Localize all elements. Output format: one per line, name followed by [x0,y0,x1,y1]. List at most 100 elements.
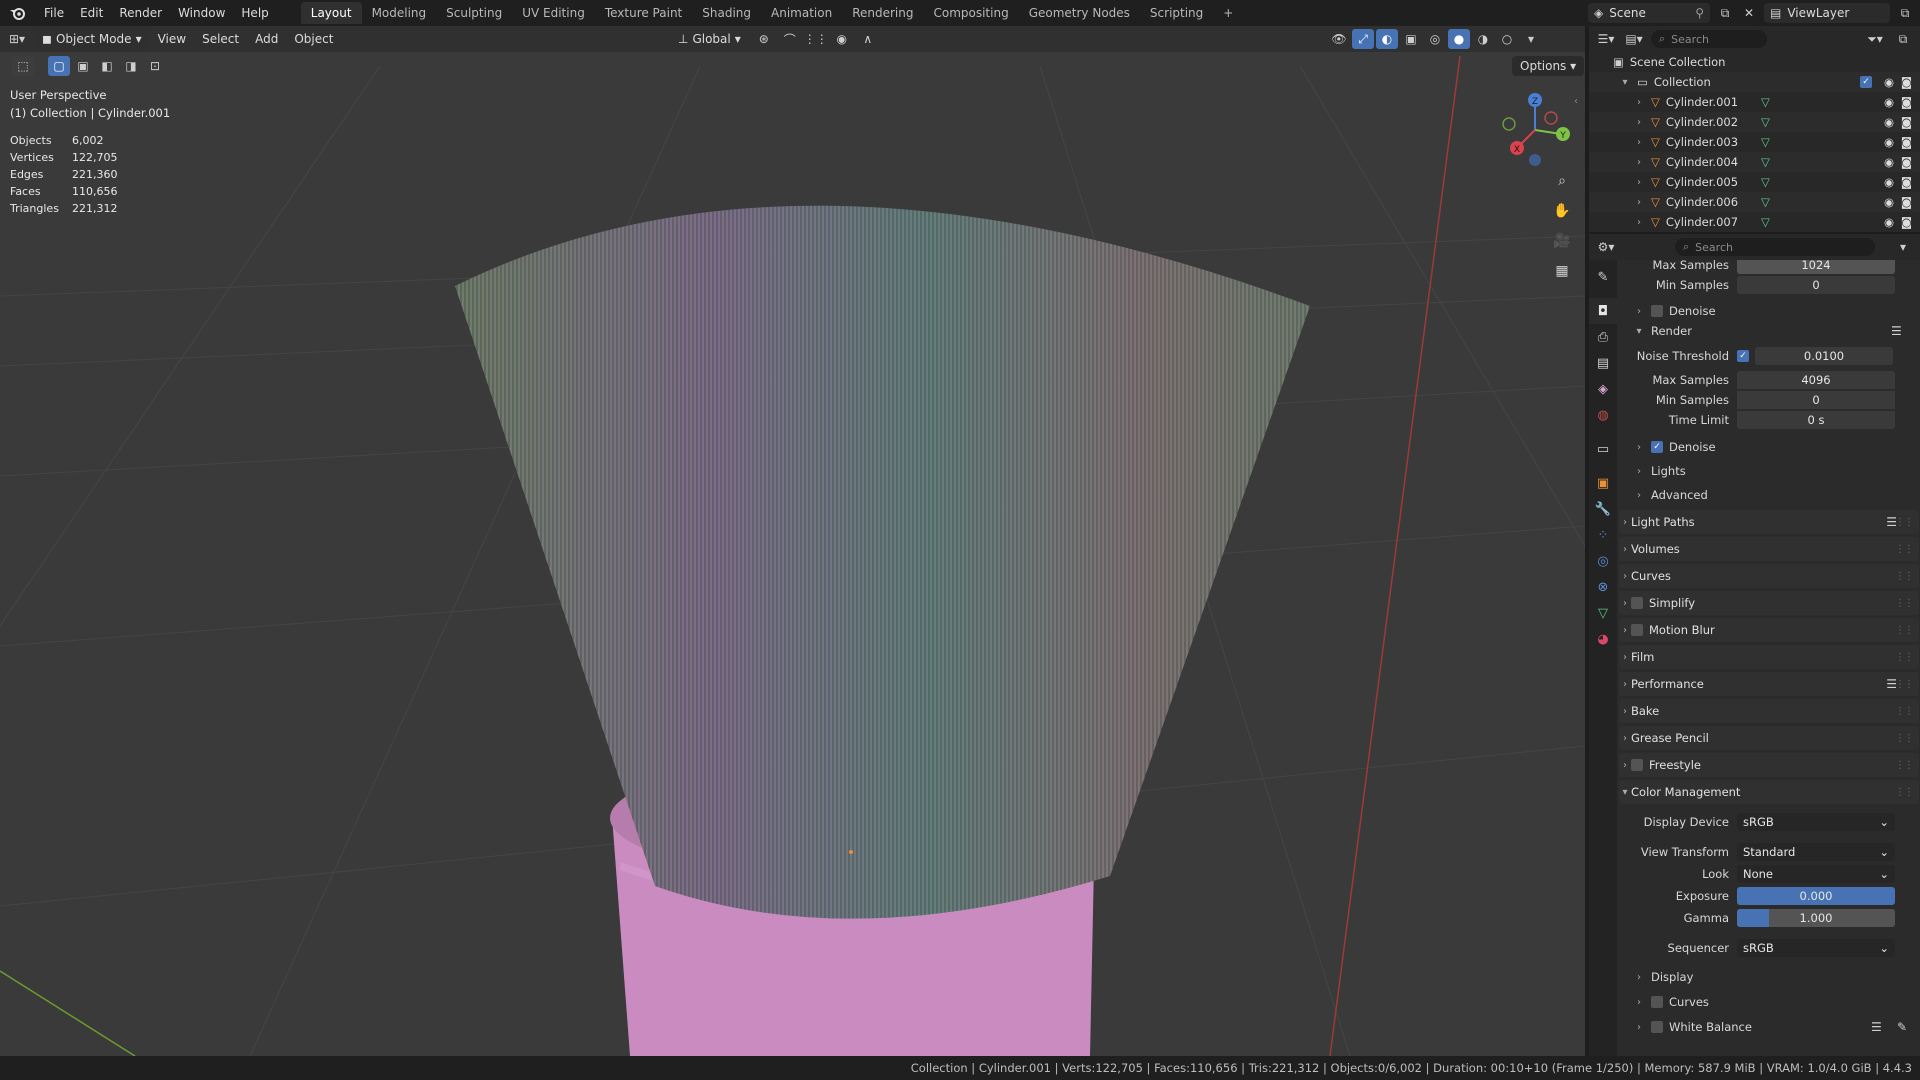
select-intersect-icon[interactable]: ⊡ [144,56,166,76]
chevron-right-icon[interactable]: › [1633,137,1645,148]
drag-handle-icon[interactable]: ⋮⋮ [1895,760,1914,771]
menu-render[interactable]: Render [111,2,170,24]
ortho-grid-icon[interactable]: ▦ [1549,258,1575,284]
object-tab-icon[interactable]: ▣ [1589,470,1617,496]
material-tab-icon[interactable]: ◕ [1589,626,1617,652]
eye-icon[interactable]: ◉ [1884,95,1894,109]
white-balance-checkbox[interactable] [1651,1021,1663,1033]
modifier-tab-icon[interactable]: 🔧 [1589,496,1617,522]
panel-freestyle[interactable]: › Freestyle ⋮⋮ [1619,753,1919,777]
chevron-right-icon[interactable]: › [1633,177,1645,188]
panel-film[interactable]: › Film ⋮⋮ [1619,645,1919,669]
pivot-icon[interactable]: ⊛ [753,29,775,49]
workspace-tab-geometry-nodes[interactable]: Geometry Nodes [1019,2,1140,24]
properties-editor-type-icon[interactable]: ⚙▾ [1595,237,1617,257]
menu-file[interactable]: File [36,2,72,24]
curves-subpanel[interactable]: › Curves [1633,991,1709,1013]
zoom-icon[interactable]: ⌕ [1549,168,1575,194]
new-collection-icon[interactable]: ⧉ [1892,29,1914,49]
chevron-right-icon[interactable]: › [1633,117,1645,128]
chevron-right-icon[interactable]: › [1633,217,1645,228]
editor-type-icon[interactable]: ⊞▾ [0,29,34,49]
workspace-tab-compositing[interactable]: Compositing [923,2,1018,24]
drag-handle-icon[interactable]: ⋮⋮ [1895,571,1914,582]
viewport-menu-select[interactable]: Select [194,29,247,49]
mesh-data-icon[interactable]: ▽ [1761,215,1770,229]
max-samples-field[interactable]: 4096 [1737,371,1895,389]
tree-row-scene-collection[interactable]: ▣ Scene Collection [1589,52,1920,72]
physics-tab-icon[interactable]: ◎ [1589,548,1617,574]
panel-bake[interactable]: › Bake ⋮⋮ [1619,699,1919,723]
tree-row-object[interactable]: › ▽ Cylinder.007 ▽ ◉ ◙ [1589,212,1920,232]
chevron-down-icon[interactable]: ▾ [1892,237,1914,257]
select-invert-icon[interactable]: ◨ [120,56,142,76]
workspace-tab-sculpting[interactable]: Sculpting [436,2,512,24]
eye-icon[interactable]: ◉ [1884,115,1894,129]
drag-handle-icon[interactable]: ⋮⋮ [1895,598,1914,609]
wireframe-shading-icon[interactable]: ◎ [1424,29,1446,49]
camera-render-icon[interactable]: ◙ [1901,195,1912,209]
transform-orientation-dropdown[interactable]: ⊥ Global ▾ [670,29,749,49]
render-tab-icon[interactable]: ◘ [1589,298,1617,324]
outliner-search-input[interactable]: ⌕ Search [1651,30,1767,48]
particles-tab-icon[interactable]: ⁘ [1589,522,1617,548]
mesh-data-icon[interactable]: ▽ [1761,115,1770,129]
camera-view-icon[interactable]: 🎥 [1549,228,1575,254]
display-mode-icon[interactable]: ▤▾ [1623,29,1645,49]
delete-scene-icon[interactable]: ✕ [1738,3,1760,23]
snap-target-icon[interactable]: ⋮⋮ [804,29,828,49]
mode-selector[interactable]: ◼ Object Mode ▾ [34,29,150,49]
tree-row-collection[interactable]: ▾ ▭ Collection ✓ ◉ ◙ [1589,72,1920,92]
panel-grease-pencil[interactable]: › Grease Pencil ⋮⋮ [1619,726,1919,750]
select-extend-icon[interactable]: ▣ [72,56,94,76]
panel-color-management[interactable]: ▾ Color Management ⋮⋮ [1619,780,1919,804]
blender-logo-icon[interactable] [0,6,36,20]
drag-handle-icon[interactable]: ⋮⋮ [1895,652,1914,663]
drag-handle-icon[interactable]: ⋮⋮ [1895,625,1914,636]
noise-threshold-field[interactable]: 0.0100 [1755,347,1893,365]
viewport-menu-view[interactable]: View [150,29,194,49]
panel-curves[interactable]: › Curves ⋮⋮ [1619,564,1919,588]
viewport-menu-add[interactable]: Add [247,29,286,49]
output-tab-icon[interactable]: ⎙ [1589,324,1617,350]
camera-render-icon[interactable]: ◙ [1901,75,1912,89]
constraints-tab-icon[interactable]: ⊗ [1589,574,1617,600]
drag-handle-icon[interactable]: ⋮⋮ [1895,544,1914,555]
render-denoise-checkbox[interactable]: ✓ [1651,441,1663,453]
gizmo-toggle-icon[interactable]: ⤢ [1352,29,1374,49]
viewport-denoise-subpanel[interactable]: › Denoise [1633,300,1716,322]
motion-blur-checkbox[interactable] [1631,624,1643,636]
mesh-data-icon[interactable]: ▽ [1761,195,1770,209]
tree-row-object[interactable]: › ▽ Cylinder.002 ▽ ◉ ◙ [1589,112,1920,132]
mesh-data-icon[interactable]: ▽ [1761,95,1770,109]
workspace-tab-scripting[interactable]: Scripting [1140,2,1213,24]
overlay-toggle-icon[interactable]: ◐ [1376,29,1398,49]
viewport-denoise-checkbox[interactable] [1651,305,1663,317]
display-device-select[interactable]: sRGB ⌄ [1737,813,1895,831]
eye-icon[interactable]: ◉ [1884,75,1894,89]
outliner-editor-type-icon[interactable]: ☰▾ [1595,29,1617,49]
drag-handle-icon[interactable]: ⋮⋮ [1895,787,1914,798]
camera-render-icon[interactable]: ◙ [1901,95,1912,109]
material-shading-icon[interactable]: ◑ [1472,29,1494,49]
select-subtract-icon[interactable]: ◧ [96,56,118,76]
display-subpanel[interactable]: › Display [1633,966,1693,988]
camera-render-icon[interactable]: ◙ [1901,115,1912,129]
tree-row-object[interactable]: › ▽ Cylinder.005 ▽ ◉ ◙ [1589,172,1920,192]
eye-icon[interactable]: ◉ [1884,215,1894,229]
chevron-right-icon[interactable]: › [1633,197,1645,208]
new-view-layer-icon[interactable]: ⧉ [1894,3,1916,23]
workspace-tab-texture-paint[interactable]: Texture Paint [595,2,692,24]
render-denoise-subpanel[interactable]: › ✓ Denoise [1633,436,1716,458]
workspace-tab-shading[interactable]: Shading [692,2,761,24]
mesh-data-icon[interactable]: ▽ [1761,135,1770,149]
simplify-checkbox[interactable] [1631,597,1643,609]
tree-row-object[interactable]: › ▽ Cylinder.003 ▽ ◉ ◙ [1589,132,1920,152]
time-limit-field[interactable]: 0 s [1737,411,1895,429]
camera-render-icon[interactable]: ◙ [1901,215,1912,229]
workspace-tab-uv-editing[interactable]: UV Editing [512,2,595,24]
drag-handle-icon[interactable]: ⋮⋮ [1895,733,1914,744]
chevron-down-icon[interactable]: ▾ [1619,77,1631,88]
eyedropper-icon[interactable]: ✎ [1897,1020,1907,1034]
list-icon[interactable]: ☰ [1891,324,1902,338]
